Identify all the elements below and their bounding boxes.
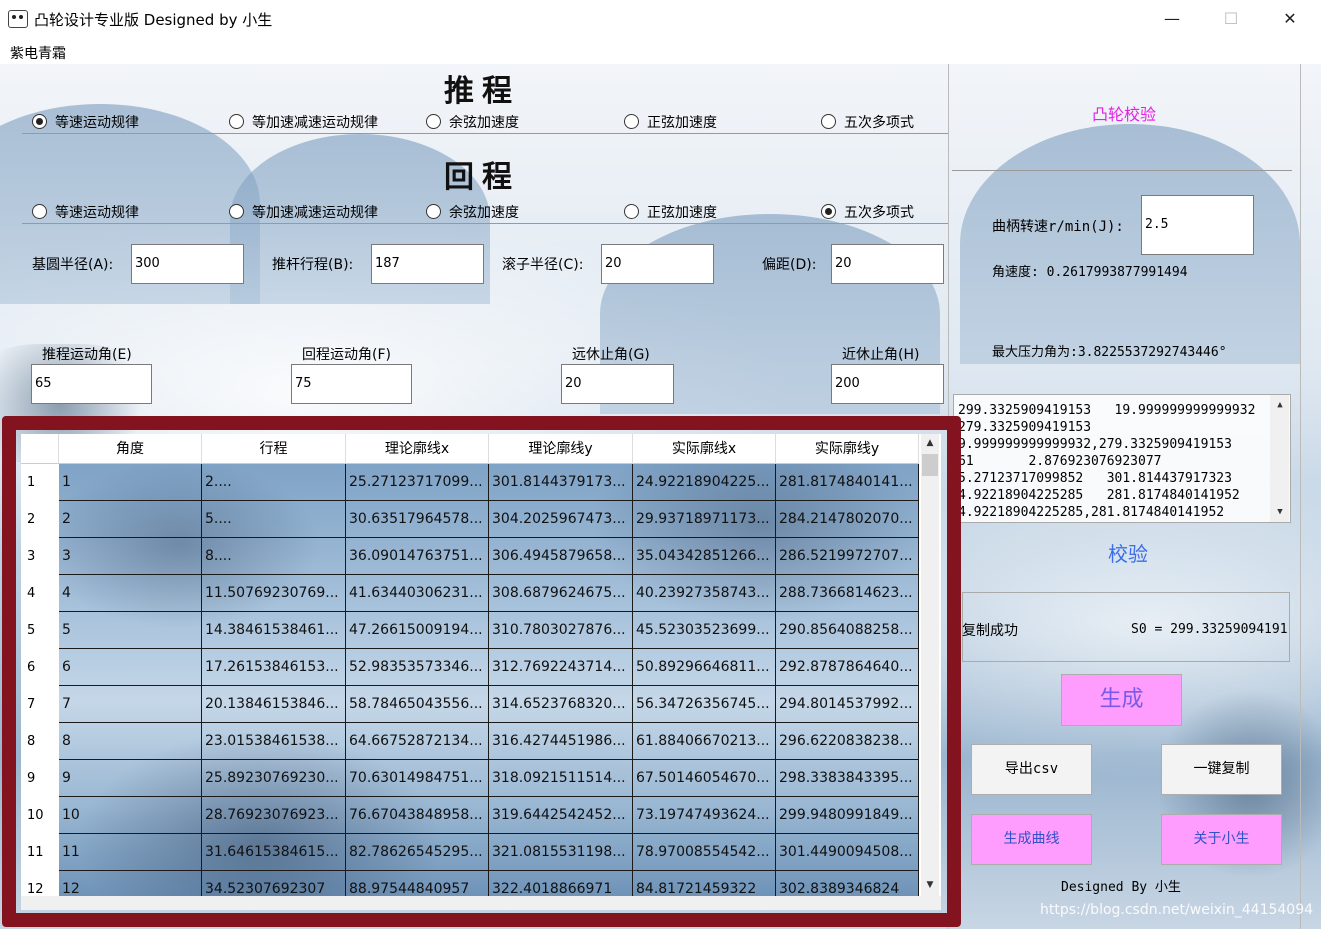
- s0-text: S0 = 299.33259094191: [1131, 622, 1288, 637]
- radio-selected-icon: [821, 204, 836, 219]
- log-line: 9.999999999999932,279.3325909419153: [958, 437, 1232, 452]
- push-stroke-label: 推杆行程(B):: [272, 257, 354, 273]
- angular-velocity-text: 角速度: 0.2617993877991494: [992, 265, 1188, 280]
- push-stroke-input[interactable]: 187: [371, 244, 484, 284]
- verify-title: 校验: [1108, 542, 1148, 566]
- minimize-button[interactable]: —: [1149, 0, 1195, 38]
- divider: [952, 170, 1292, 171]
- return-section-title: 回程: [444, 160, 520, 195]
- radio-icon: [624, 204, 639, 219]
- radio-icon: [229, 204, 244, 219]
- log-line: 279.3325909419153: [958, 420, 1092, 435]
- maximize-button[interactable]: ☐: [1208, 0, 1254, 38]
- scroll-down-icon[interactable]: ▼: [1271, 503, 1289, 521]
- roller-radius-input[interactable]: 20: [601, 244, 714, 284]
- return-angle-label: 回程运动角(F): [302, 347, 391, 363]
- crank-speed-label: 曲柄转速r/min(J):: [992, 219, 1124, 235]
- highlight-frame: [2, 416, 961, 927]
- push-angle-label: 推程运动角(E): [42, 347, 132, 363]
- near-rest-angle-label: 近休止角(H): [842, 347, 920, 363]
- menu-bar: 紫电青霜: [0, 38, 1321, 64]
- generate-button[interactable]: 生成: [1061, 674, 1182, 726]
- crank-speed-input[interactable]: 2.5: [1141, 195, 1254, 255]
- offset-label: 偏距(D):: [762, 257, 817, 273]
- radio-selected-icon: [32, 114, 47, 129]
- push-option-quintic[interactable]: 五次多项式: [821, 112, 914, 132]
- log-line: 5.27123717099852 301.814437917323: [958, 471, 1232, 486]
- generate-curve-button[interactable]: 生成曲线: [971, 814, 1092, 865]
- push-option-uniform[interactable]: 等速运动规律: [32, 112, 139, 132]
- push-option-sine[interactable]: 正弦加速度: [624, 112, 717, 132]
- offset-input[interactable]: 20: [831, 244, 944, 284]
- log-line: 299.3325909419153 19.999999999999932: [958, 403, 1256, 418]
- push-option-cosine[interactable]: 余弦加速度: [426, 112, 519, 132]
- panel-divider: [1300, 64, 1301, 929]
- radio-icon: [624, 114, 639, 129]
- radio-icon: [426, 204, 441, 219]
- return-option-cosine[interactable]: 余弦加速度: [426, 202, 519, 222]
- radio-icon: [426, 114, 441, 129]
- divider: [22, 223, 948, 224]
- footer-text: Designed By 小生: [1061, 880, 1181, 895]
- title-bar: 凸轮设计专业版 Designed by 小生 — ☐ ✕: [0, 0, 1321, 38]
- push-angle-input[interactable]: 65: [31, 364, 152, 404]
- client-area: 推程 等速运动规律 等加速减速运动规律 余弦加速度 正弦加速度 五次多项式 回程…: [0, 64, 1321, 929]
- far-rest-angle-input[interactable]: 20: [561, 364, 674, 404]
- return-option-sine[interactable]: 正弦加速度: [624, 202, 717, 222]
- cam-check-title: 凸轮校验: [1092, 105, 1157, 124]
- log-line: 4.92218904225285,281.8174840141952: [958, 505, 1225, 520]
- divider: [22, 133, 948, 134]
- log-line: 4.92218904225285 281.8174840141952: [958, 488, 1240, 503]
- app-icon: [8, 10, 28, 28]
- radio-icon: [821, 114, 836, 129]
- return-option-const-accel[interactable]: 等加速减速运动规律: [229, 202, 378, 222]
- export-csv-button[interactable]: 导出csv: [971, 744, 1092, 795]
- close-button[interactable]: ✕: [1267, 0, 1313, 38]
- about-button[interactable]: 关于小生: [1161, 814, 1282, 865]
- copy-status-text: 复制成功: [962, 623, 1018, 639]
- roller-radius-label: 滚子半径(C):: [502, 257, 584, 273]
- max-pressure-angle-text: 最大压力角为:3.8225537292743446°: [992, 345, 1227, 360]
- push-section-title: 推程: [444, 74, 520, 109]
- near-rest-angle-input[interactable]: 200: [831, 364, 944, 404]
- return-option-uniform[interactable]: 等速运动规律: [32, 202, 139, 222]
- push-option-const-accel[interactable]: 等加速减速运动规律: [229, 112, 378, 132]
- far-rest-angle-label: 远休止角(G): [572, 347, 650, 363]
- copy-all-button[interactable]: 一键复制: [1161, 744, 1282, 795]
- radio-icon: [229, 114, 244, 129]
- menu-item-theme[interactable]: 紫电青霜: [10, 43, 66, 63]
- window-title: 凸轮设计专业版 Designed by 小生: [34, 11, 273, 29]
- scroll-up-icon[interactable]: ▲: [1271, 396, 1289, 414]
- return-angle-input[interactable]: 75: [291, 364, 412, 404]
- result-log-textarea[interactable]: 299.3325909419153 19.999999999999932 279…: [953, 394, 1291, 523]
- base-radius-label: 基圆半径(A):: [32, 257, 114, 273]
- radio-icon: [32, 204, 47, 219]
- return-option-quintic[interactable]: 五次多项式: [821, 202, 914, 222]
- base-radius-input[interactable]: 300: [131, 244, 244, 284]
- log-line: 61 2.876923076923077: [958, 454, 1162, 469]
- watermark-text: https://blog.csdn.net/weixin_44154094: [1040, 902, 1314, 918]
